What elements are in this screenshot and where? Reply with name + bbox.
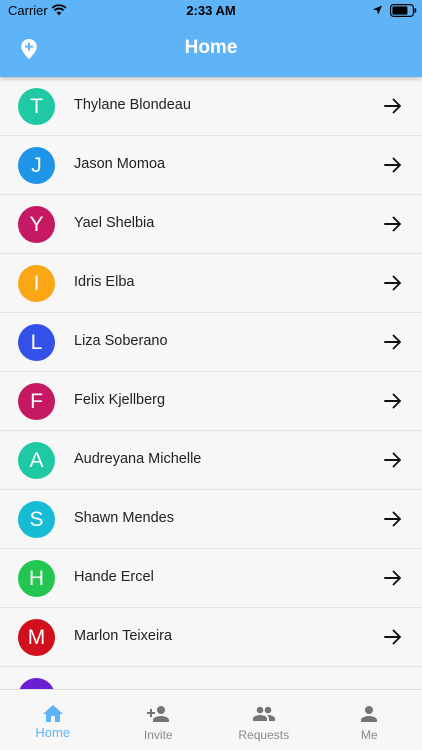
avatar: A — [18, 442, 55, 479]
arrow-right-icon[interactable] — [384, 156, 402, 174]
tab-invite[interactable]: Invite — [106, 690, 212, 750]
contact-name: Idris Elba — [74, 274, 135, 290]
tab-label: Me — [360, 728, 378, 742]
contact-name: Thylane Blondeau — [74, 97, 191, 113]
tab-label: Requests — [238, 728, 290, 742]
avatar: T — [18, 88, 55, 125]
person-add-icon — [146, 702, 170, 726]
tab-requests[interactable]: Requests — [211, 690, 317, 750]
app-bar: Home — [0, 22, 422, 77]
contact-list: T Thylane Blondeau J Jason Momoa Y Yael Shelb… — [0, 77, 422, 689]
arrow-right-icon[interactable] — [384, 451, 402, 469]
arrow-right-icon[interactable] — [384, 97, 402, 115]
contact-name: Marlon Teixeira — [74, 628, 173, 644]
avatar — [18, 678, 55, 689]
contact-name: Felix Kjellberg — [74, 392, 166, 408]
contact-row[interactable]: H Hande Ercel — [0, 549, 422, 608]
contact-row[interactable] — [0, 667, 422, 689]
arrow-right-icon[interactable] — [384, 392, 402, 410]
status-bar: Carrier 2:33 AM — [0, 0, 422, 22]
page-title: Home — [184, 37, 238, 58]
tab-me[interactable]: Me — [317, 690, 422, 750]
avatar: Y — [18, 206, 55, 243]
contact-name: Shawn Mendes — [74, 510, 174, 526]
contact-row[interactable]: F Felix Kjellberg — [0, 372, 422, 431]
contact-row[interactable]: T Thylane Blondeau — [0, 77, 422, 136]
contact-name: Jason Momoa — [74, 156, 166, 172]
location-arrow-icon — [372, 5, 383, 15]
avatar: H — [18, 560, 55, 597]
avatar: S — [18, 501, 55, 538]
arrow-right-icon[interactable] — [384, 333, 402, 351]
contact-name: Audreyana Michelle — [74, 451, 202, 467]
person-icon — [357, 702, 381, 726]
avatar: M — [18, 619, 55, 656]
avatar: I — [18, 265, 55, 302]
tab-label: Home — [35, 725, 71, 740]
contact-name: Hande Ercel — [74, 569, 154, 585]
arrow-right-icon[interactable] — [384, 628, 402, 646]
avatar: F — [18, 383, 55, 420]
tab-label: Invite — [143, 728, 173, 742]
contact-row[interactable]: M Marlon Teixeira — [0, 608, 422, 667]
arrow-right-icon[interactable] — [384, 569, 402, 587]
contact-row[interactable]: A Audreyana Michelle — [0, 431, 422, 490]
contact-row[interactable]: L Liza Soberano — [0, 313, 422, 372]
contact-name: Yael Shelbia — [74, 215, 155, 231]
contact-row[interactable]: J Jason Momoa — [0, 136, 422, 195]
tab-home[interactable]: Home — [0, 690, 106, 750]
home-screen: Carrier 2:33 AM Home T Thylane Blondeau … — [0, 0, 422, 750]
clock: 2:33 AM — [186, 3, 236, 18]
home-icon — [41, 702, 65, 726]
avatar: L — [18, 324, 55, 361]
contact-row[interactable]: I Idris Elba — [0, 254, 422, 313]
arrow-right-icon[interactable] — [384, 274, 402, 292]
contact-name: Liza Soberano — [74, 333, 168, 349]
avatar: J — [18, 147, 55, 184]
battery-icon — [390, 4, 417, 17]
arrow-right-icon[interactable] — [384, 510, 402, 528]
people-icon — [252, 702, 276, 726]
contact-row[interactable]: S Shawn Mendes — [0, 490, 422, 549]
contact-row[interactable]: Y Yael Shelbia — [0, 195, 422, 254]
header: Carrier 2:33 AM Home — [0, 0, 422, 77]
arrow-right-icon[interactable] — [384, 215, 402, 233]
tab-bar: Home Invite Requests Me — [0, 689, 422, 750]
